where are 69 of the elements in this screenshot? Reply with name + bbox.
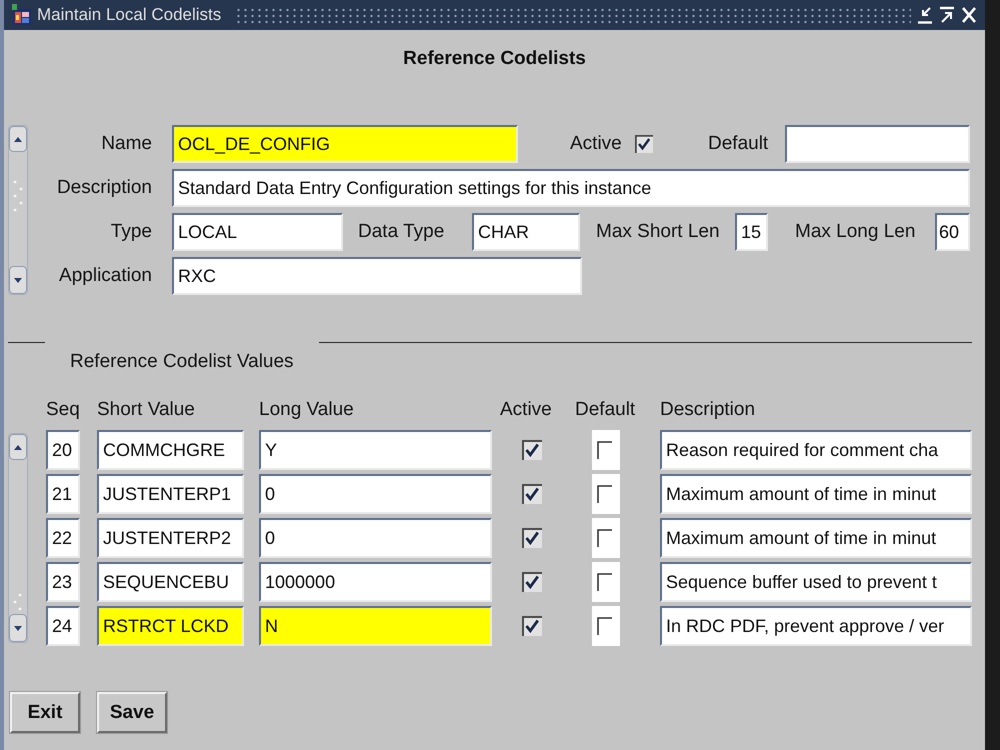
long-value-field[interactable]: 0: [259, 518, 492, 558]
app-icon: [12, 4, 32, 26]
form-heading: Reference Codelists: [403, 47, 586, 71]
column-header: Default: [575, 398, 636, 422]
column-header: Long Value: [259, 399, 354, 420]
active-label: Active: [570, 132, 622, 156]
active-checkbox[interactable]: [522, 616, 542, 636]
max-short-len-label: Max Short Len: [596, 220, 720, 244]
active-checkbox[interactable]: [635, 135, 653, 153]
column-header: Active: [500, 398, 552, 422]
active-checkbox[interactable]: [522, 440, 542, 460]
save-button[interactable]: Save: [97, 692, 167, 733]
short-value-field[interactable]: JUSTENTERP2: [97, 518, 244, 558]
description-field[interactable]: In RDC PDF, prevent approve / ver: [660, 606, 972, 646]
description-label: Description: [56, 176, 152, 200]
short-value-field[interactable]: JUSTENTERP1: [97, 474, 244, 514]
default-checkbox[interactable]: [592, 606, 620, 646]
column-header: Description: [660, 399, 756, 420]
long-value-field[interactable]: 1000000: [259, 562, 492, 602]
default-checkbox[interactable]: [592, 430, 620, 470]
scroll-down-button[interactable]: [9, 266, 27, 294]
close-icon[interactable]: [961, 6, 977, 24]
seq-field[interactable]: 21: [46, 474, 80, 514]
long-value-field[interactable]: 0: [259, 474, 492, 514]
default-checkbox[interactable]: [592, 562, 620, 602]
window-title: Maintain Local Codelists: [37, 4, 222, 26]
data-type-field[interactable]: CHAR: [472, 213, 580, 251]
seq-field[interactable]: 20: [46, 430, 80, 470]
exit-button[interactable]: Exit: [10, 692, 80, 733]
section-title: Reference Codelist Values: [70, 351, 294, 373]
column-header: Short Value: [97, 399, 195, 420]
active-checkbox[interactable]: [522, 528, 542, 548]
max-long-len-label: Max Long Len: [795, 220, 916, 244]
description-field[interactable]: Standard Data Entry Configuration settings for this instance: [172, 169, 970, 207]
description-field[interactable]: Maximum amount of time in minut: [660, 474, 972, 514]
column-header: Seq: [46, 399, 80, 420]
long-value-field[interactable]: Y: [259, 430, 492, 470]
long-value-field[interactable]: N: [259, 606, 492, 646]
description-field[interactable]: Maximum amount of time in minut: [660, 518, 972, 558]
description-field[interactable]: Sequence buffer used to prevent t: [660, 562, 972, 602]
scroll-down-button[interactable]: [9, 614, 27, 642]
scroll-up-button[interactable]: [9, 126, 27, 152]
default-checkbox[interactable]: [592, 474, 620, 514]
description-field[interactable]: Reason required for comment cha: [660, 430, 972, 470]
default-label: Default: [708, 132, 768, 156]
scroll-up-button[interactable]: [9, 434, 27, 460]
scrollbar-track[interactable]: [8, 433, 28, 643]
short-value-field[interactable]: RSTRCT LCKD: [97, 606, 244, 646]
max-short-len-field[interactable]: 15: [735, 213, 768, 251]
scrollbar-track[interactable]: [8, 125, 28, 295]
short-value-field[interactable]: COMMCHGRE: [97, 430, 244, 470]
active-checkbox[interactable]: [522, 484, 542, 504]
data-type-label: Data Type: [358, 220, 444, 244]
name-label: Name: [101, 132, 152, 156]
default-field[interactable]: [785, 125, 970, 163]
maximize-icon[interactable]: [939, 6, 955, 24]
max-long-len-field[interactable]: 60: [935, 213, 970, 251]
default-checkbox[interactable]: [592, 518, 620, 558]
seq-field[interactable]: 23: [46, 562, 80, 602]
active-checkbox[interactable]: [522, 572, 542, 592]
type-field[interactable]: LOCAL: [172, 213, 343, 251]
application-label: Application: [59, 264, 152, 288]
application-field[interactable]: RXC: [172, 257, 582, 295]
type-label: Type: [110, 220, 152, 244]
short-value-field[interactable]: SEQUENCEBU: [97, 562, 244, 602]
seq-field[interactable]: 24: [46, 606, 80, 646]
name-field[interactable]: OCL_DE_CONFIG: [172, 125, 518, 163]
seq-field[interactable]: 22: [46, 518, 80, 558]
minimize-icon[interactable]: [917, 6, 933, 24]
